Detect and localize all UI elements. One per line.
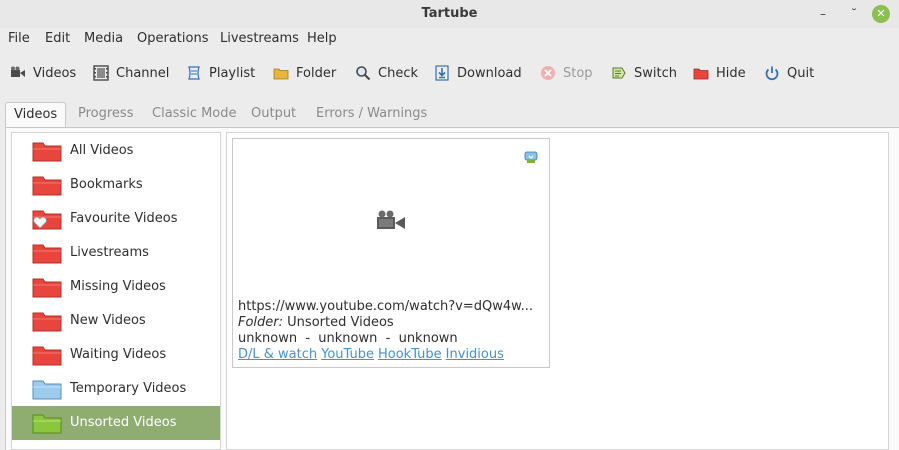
menu-help[interactable]: Help: [307, 31, 337, 46]
red-folder-heart-icon: [32, 208, 62, 230]
sidebar-item-label: Favourite Videos: [70, 211, 178, 226]
hooktube-link[interactable]: HookTube: [378, 347, 442, 362]
download-icon: [434, 65, 450, 81]
youtube-link[interactable]: YouTube: [321, 347, 374, 362]
menu-file[interactable]: File: [8, 31, 30, 46]
videos-button-label: Videos: [33, 65, 77, 81]
toolbar: Videos Channel Playlist Folder Check Dow…: [0, 52, 899, 94]
video-camera-icon: [10, 65, 26, 81]
tab-output[interactable]: Output: [243, 102, 304, 128]
minimize-icon[interactable]: –: [814, 5, 832, 23]
dl-watch-link[interactable]: D/L & watch: [238, 347, 317, 362]
invidious-link[interactable]: Invidious: [446, 347, 504, 362]
red-folder-icon: [32, 140, 62, 162]
sidebar-item-label: Waiting Videos: [70, 347, 167, 362]
close-icon[interactable]: ✕: [872, 5, 890, 23]
sidebar-item-bookmarks[interactable]: Bookmarks: [12, 168, 220, 202]
menu-livestreams[interactable]: Livestreams: [220, 31, 299, 46]
green-folder-icon: [32, 412, 62, 434]
red-folder-icon: [693, 65, 709, 81]
video-url: https://www.youtube.com/watch?v=dQw4w...: [238, 299, 533, 314]
folder-button[interactable]: Folder: [273, 64, 336, 82]
red-folder-icon: [32, 310, 62, 332]
hide-button-label: Hide: [716, 65, 746, 81]
window-title: Tartube: [421, 6, 478, 21]
sidebar-item-all-videos[interactable]: All Videos: [12, 134, 220, 168]
check-button-label: Check: [378, 65, 418, 81]
video-meta: unknown - unknown - unknown: [238, 331, 458, 346]
sidebar-item-label: All Videos: [70, 143, 134, 158]
sidebar-item-missing-videos[interactable]: Missing Videos: [12, 270, 220, 304]
menu-media[interactable]: Media: [84, 31, 123, 46]
download-button-label: Download: [457, 65, 522, 81]
red-folder-icon: [32, 174, 62, 196]
sidebar-item-livestreams[interactable]: Livestreams: [12, 236, 220, 270]
blue-folder-icon: [32, 378, 62, 400]
folder-icon: [273, 65, 289, 81]
folder-label: Folder:: [238, 315, 284, 330]
red-folder-icon: [32, 344, 62, 366]
tab-errors-warnings[interactable]: Errors / Warnings: [308, 102, 435, 128]
folder-button-label: Folder: [296, 65, 337, 81]
power-icon: [764, 65, 780, 81]
stop-button-label: Stop: [563, 65, 593, 81]
menu-edit[interactable]: Edit: [45, 31, 70, 46]
sidebar-item-unsorted-videos[interactable]: Unsorted Videos: [12, 406, 220, 440]
red-folder-icon: [32, 276, 62, 298]
video-thumbnail-camera-icon: [375, 209, 407, 233]
stop-icon: [540, 65, 556, 81]
folder-list: All Videos Bookmarks Favourite Videos Li…: [11, 132, 221, 450]
channel-button-label: Channel: [116, 65, 170, 81]
film-strip-icon: [93, 65, 109, 81]
sidebar-item-label: New Videos: [70, 313, 146, 328]
videos-button[interactable]: Videos: [10, 64, 76, 82]
magnifier-icon: [355, 65, 371, 81]
menu-bar: File Edit Media Operations Livestreams H…: [0, 28, 899, 50]
scroll-icon: [186, 65, 202, 81]
sidebar-item-waiting-videos[interactable]: Waiting Videos: [12, 338, 220, 372]
hide-button[interactable]: Hide: [693, 64, 746, 82]
video-links: D/L & watch YouTube HookTube Invidious: [238, 347, 508, 362]
sidebar-item-label: Temporary Videos: [70, 381, 187, 396]
quit-button-label: Quit: [787, 65, 815, 81]
download-status-icon: [523, 149, 539, 165]
switch-button[interactable]: Switch: [611, 64, 677, 82]
sidebar-item-new-videos[interactable]: New Videos: [12, 304, 220, 338]
video-folder: Folder: Unsorted Videos: [238, 315, 394, 330]
switch-icon: [611, 65, 627, 81]
title-bar: Tartube – ˘ ✕: [0, 0, 899, 28]
folder-value: Unsorted Videos: [287, 315, 394, 330]
download-button[interactable]: Download: [434, 64, 522, 82]
sidebar-item-label: Livestreams: [70, 245, 149, 260]
check-button[interactable]: Check: [355, 64, 418, 82]
menu-operations[interactable]: Operations: [137, 31, 208, 46]
video-card[interactable]: https://www.youtube.com/watch?v=dQw4w...…: [232, 138, 550, 368]
playlist-button[interactable]: Playlist: [186, 64, 255, 82]
tab-bar: Videos Progress Classic Mode Output Erro…: [0, 102, 899, 128]
sidebar-item-favourite-videos[interactable]: Favourite Videos: [12, 202, 220, 236]
channel-button[interactable]: Channel: [93, 64, 169, 82]
sidebar-item-temporary-videos[interactable]: Temporary Videos: [12, 372, 220, 406]
playlist-button-label: Playlist: [209, 65, 256, 81]
red-folder-icon: [32, 242, 62, 264]
tab-progress[interactable]: Progress: [70, 102, 141, 128]
sidebar-item-label: Bookmarks: [70, 177, 143, 192]
switch-button-label: Switch: [634, 65, 677, 81]
sidebar-item-label: Missing Videos: [70, 279, 166, 294]
tab-classic-mode[interactable]: Classic Mode: [144, 102, 245, 128]
quit-button[interactable]: Quit: [764, 64, 814, 82]
maximize-icon[interactable]: ˘: [845, 5, 863, 23]
tab-videos[interactable]: Videos: [5, 102, 67, 128]
sidebar-item-label: Unsorted Videos: [70, 415, 177, 430]
stop-button[interactable]: Stop: [540, 64, 593, 82]
